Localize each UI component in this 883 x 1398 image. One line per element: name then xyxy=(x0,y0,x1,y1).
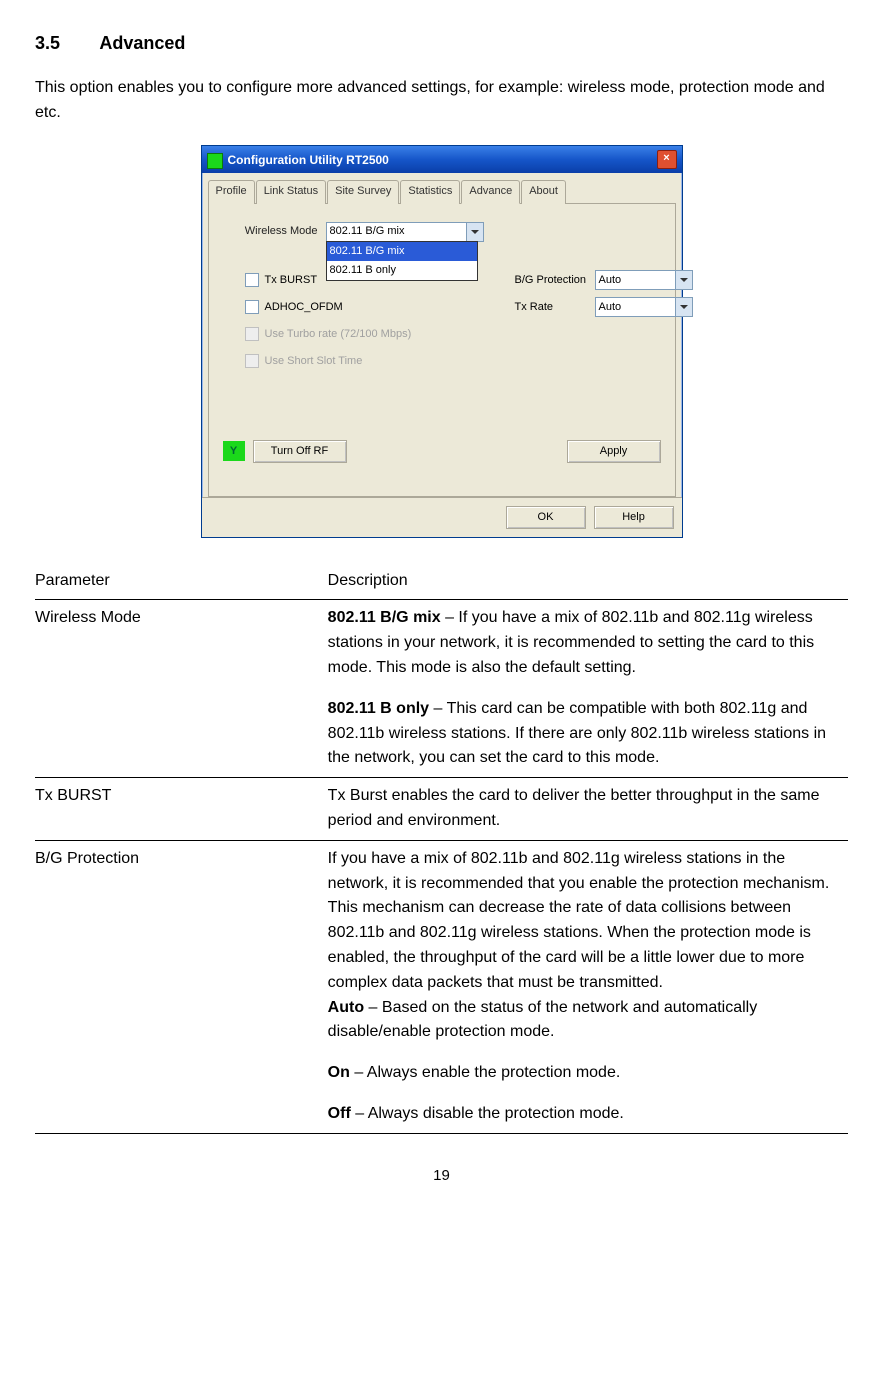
config-window: Configuration Utility RT2500 × Profile L… xyxy=(201,145,683,537)
param-wireless-mode: Wireless Mode xyxy=(35,600,328,778)
turbo-checkbox xyxy=(245,327,259,341)
tab-statistics[interactable]: Statistics xyxy=(400,180,460,203)
desc-txburst: Tx Burst enables the card to deliver the… xyxy=(328,778,848,841)
shortslot-checkbox xyxy=(245,354,259,368)
bgprotection-value: Auto xyxy=(599,272,622,289)
bgprotection-dropdown[interactable]: Auto xyxy=(595,270,693,290)
txrate-label: Tx Rate xyxy=(515,299,595,316)
section-number: 3.5 xyxy=(35,30,95,58)
section-title: Advanced xyxy=(99,33,185,53)
tab-site-survey[interactable]: Site Survey xyxy=(327,180,399,203)
wireless-mode-value: 802.11 B/G mix xyxy=(330,223,405,240)
window-title: Configuration Utility RT2500 xyxy=(228,153,389,167)
ok-button[interactable]: OK xyxy=(506,506,586,529)
turbo-label: Use Turbo rate (72/100 Mbps) xyxy=(265,326,412,343)
th-parameter: Parameter xyxy=(35,563,328,600)
param-txburst: Tx BURST xyxy=(35,778,328,841)
wireless-mode-label: Wireless Mode xyxy=(223,223,326,240)
turn-off-rf-button[interactable]: Turn Off RF xyxy=(253,440,347,463)
bgprotection-label: B/G Protection xyxy=(515,272,595,289)
parameter-table: Parameter Description Wireless Mode 802.… xyxy=(35,563,848,1134)
tab-body: Wireless Mode 802.11 B/G mix 802.11 B/G … xyxy=(208,204,676,497)
wireless-mode-opt-mix[interactable]: 802.11 B/G mix xyxy=(327,242,477,261)
chevron-down-icon[interactable] xyxy=(466,223,483,241)
adhoc-checkbox[interactable] xyxy=(245,300,259,314)
txrate-value: Auto xyxy=(599,299,622,316)
tab-row: Profile Link Status Site Survey Statisti… xyxy=(208,179,676,203)
tab-link-status[interactable]: Link Status xyxy=(256,180,326,203)
chevron-down-icon[interactable] xyxy=(675,271,692,289)
app-icon xyxy=(207,153,223,169)
adhoc-label: ADHOC_OFDM xyxy=(265,299,343,316)
txburst-checkbox[interactable] xyxy=(245,273,259,287)
txrate-dropdown[interactable]: Auto xyxy=(595,297,693,317)
table-row: B/G Protection If you have a mix of 802.… xyxy=(35,840,848,1133)
rf-icon: Y xyxy=(223,441,245,461)
section-heading: 3.5 Advanced xyxy=(35,30,848,58)
wireless-mode-opt-bonly[interactable]: 802.11 B only xyxy=(327,261,477,280)
chevron-down-icon[interactable] xyxy=(675,298,692,316)
titlebar: Configuration Utility RT2500 × xyxy=(202,146,682,173)
table-row: Wireless Mode 802.11 B/G mix – If you ha… xyxy=(35,600,848,778)
close-icon[interactable]: × xyxy=(657,150,677,169)
tab-about[interactable]: About xyxy=(521,180,566,203)
shortslot-label: Use Short Slot Time xyxy=(265,353,363,370)
th-description: Description xyxy=(328,563,848,600)
desc-wireless-mode: 802.11 B/G mix – If you have a mix of 80… xyxy=(328,600,848,778)
intro-text: This option enables you to configure mor… xyxy=(35,76,848,126)
tab-profile[interactable]: Profile xyxy=(208,180,255,203)
table-row: Tx BURST Tx Burst enables the card to de… xyxy=(35,778,848,841)
help-button[interactable]: Help xyxy=(594,506,674,529)
apply-button[interactable]: Apply xyxy=(567,440,661,463)
param-bgprotection: B/G Protection xyxy=(35,840,328,1133)
tab-advance[interactable]: Advance xyxy=(461,180,520,203)
wireless-mode-dropdown[interactable]: 802.11 B/G mix 802.11 B/G mix 802.11 B o… xyxy=(326,222,484,242)
txburst-label: Tx BURST xyxy=(265,272,318,289)
desc-bgprotection: If you have a mix of 802.11b and 802.11g… xyxy=(328,840,848,1133)
wireless-mode-list: 802.11 B/G mix 802.11 B only xyxy=(326,241,478,281)
page-number: 19 xyxy=(35,1164,848,1187)
